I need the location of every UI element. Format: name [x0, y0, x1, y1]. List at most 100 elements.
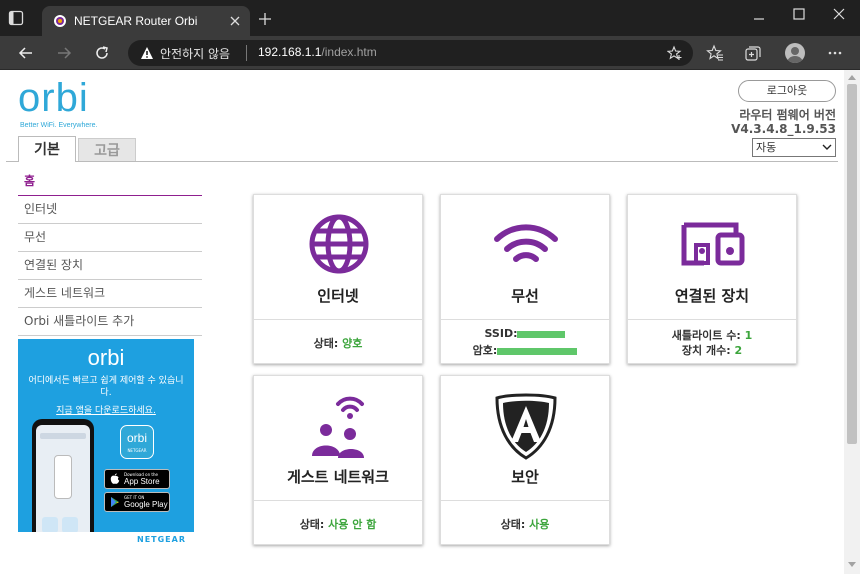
guest-users-icon [312, 396, 364, 458]
internet-status-value: 양호 [342, 337, 363, 350]
promo-text: 어디에서든 빠르고 쉽게 제어할 수 있습니다. [28, 376, 184, 398]
satellites-value: 1 [744, 329, 753, 342]
guest-status-label: 상태: [299, 518, 325, 531]
devices-count-value: 2 [734, 344, 743, 357]
orbi-app-promo[interactable]: orbi 어디에서든 빠르고 쉽게 제어할 수 있습니다. 지금 앱을 다운로드… [18, 339, 194, 548]
more-menu-icon[interactable] [826, 44, 844, 62]
google-play-badge[interactable]: GET IT ON Google Play [104, 492, 170, 512]
sidebar-item-guest-network[interactable]: 게스트 네트워크 [18, 280, 202, 308]
sidebar-item-add-satellite[interactable]: Orbi 새틀라이트 추가 [18, 308, 202, 336]
internet-status: 상태: 양호 [254, 319, 422, 364]
app-icon-sub: NETGEAR [127, 448, 147, 453]
tab-title: NETGEAR Router Orbi [74, 14, 198, 28]
browser-titlebar: NETGEAR Router Orbi [0, 0, 860, 36]
security-status-label: 상태: [500, 518, 526, 531]
favorites-icon[interactable] [706, 44, 724, 62]
window-maximize-icon[interactable] [792, 7, 806, 21]
sidebar-menu: 홈 인터넷 무선 연결된 장치 게스트 네트워크 Orbi 새틀라이트 추가 [18, 168, 202, 336]
google-play-big: Google Play [124, 500, 168, 509]
url-text[interactable]: 192.168.1.1/index.htm [258, 45, 377, 59]
password-redacted [497, 347, 578, 355]
promo-footer: NETGEAR [18, 532, 194, 548]
profile-icon [787, 47, 803, 63]
sidebar-item-internet[interactable]: 인터넷 [18, 196, 202, 224]
add-favorite-icon[interactable] [667, 45, 683, 61]
language-selected: 자동 [756, 141, 777, 154]
language-select[interactable]: 자동 [752, 138, 836, 157]
sidebar-item-attached-devices[interactable]: 연결된 장치 [18, 252, 202, 280]
apple-icon [110, 473, 120, 484]
orbi-app-icon: orbi NETGEAR [120, 425, 154, 459]
ssid-redacted [517, 330, 566, 338]
firmware-label: 라우터 펌웨어 버전 [739, 108, 836, 122]
sidebar-item-wireless[interactable]: 무선 [18, 224, 202, 252]
phone-dock-icon [62, 517, 78, 533]
promo-download-link[interactable]: 지금 앱을 다운로드하세요. [18, 403, 194, 416]
netgear-brand: NETGEAR [137, 535, 186, 544]
app-store-big: App Store [124, 477, 160, 486]
wireless-tile-title: 무선 [511, 287, 539, 305]
armor-shield-icon [495, 393, 557, 460]
internet-tile-title: 인터넷 [317, 287, 359, 305]
logout-button[interactable]: 로그아웃 [738, 80, 836, 102]
tab-underline-left [6, 161, 18, 162]
phone-dock-icon [42, 517, 58, 533]
profile-avatar[interactable] [785, 43, 805, 63]
password-label: 암호: [472, 344, 498, 357]
orbi-device-image [54, 455, 72, 499]
phone-illustration [32, 419, 94, 545]
new-tab-icon[interactable] [258, 12, 272, 26]
url-path: /index.htm [321, 45, 377, 59]
security-status-value: 사용 [529, 518, 550, 531]
refresh-icon[interactable] [94, 45, 110, 61]
scroll-up-arrow-icon[interactable] [848, 74, 856, 80]
phone-header-bar [40, 433, 86, 439]
collections-icon[interactable] [744, 44, 762, 62]
internet-status-label: 상태: [313, 337, 339, 350]
security-tile[interactable]: 보안 상태: 사용 [440, 375, 610, 545]
warning-icon[interactable] [140, 46, 154, 60]
tab-advanced[interactable]: 고급 [78, 138, 136, 162]
window-minimize-icon[interactable] [752, 12, 766, 26]
google-play-icon [111, 497, 119, 507]
guest-status: 상태: 사용 안 함 [254, 500, 422, 545]
scroll-down-arrow-icon[interactable] [848, 562, 856, 568]
address-separator [246, 45, 247, 61]
attached-devices-tile-title: 연결된 장치 [674, 287, 750, 305]
internet-tile[interactable]: 인터넷 상태: 양호 [253, 194, 423, 364]
phone-screen [36, 425, 90, 543]
guest-network-tile[interactable]: 게스트 네트워크 상태: 사용 안 함 [253, 375, 423, 545]
satellites-label: 새틀라이트 수: [671, 329, 741, 342]
attached-devices-tile[interactable]: 연결된 장치 새틀라이트 수: 1 장치 개수: 2 [627, 194, 797, 364]
guest-network-tile-title: 게스트 네트워크 [287, 468, 389, 486]
security-status: 상태: 사용 [441, 500, 609, 545]
firmware-version: V4.3.4.8_1.9.53 [731, 122, 836, 136]
devices-icon [681, 222, 745, 266]
orbi-logo: orbi [18, 76, 89, 120]
scrollbar-thumb[interactable] [847, 84, 857, 444]
wifi-icon [494, 224, 558, 262]
tab-actions-icon[interactable] [8, 10, 24, 26]
ssid-label: SSID: [484, 327, 518, 340]
browser-toolbar: 안전하지 않음 192.168.1.1/index.htm [0, 36, 860, 70]
chevron-down-icon [822, 144, 832, 150]
guest-status-value: 사용 안 함 [328, 518, 377, 531]
app-icon-word: orbi [126, 431, 147, 445]
browser-tab[interactable]: NETGEAR Router Orbi [42, 6, 250, 36]
forward-icon[interactable] [56, 45, 72, 61]
tab-underline [76, 161, 838, 162]
tab-close-icon[interactable] [228, 14, 242, 28]
globe-icon [309, 214, 369, 274]
address-bar[interactable]: 안전하지 않음 192.168.1.1/index.htm [128, 40, 693, 66]
tab-basic[interactable]: 기본 [18, 136, 76, 162]
window-close-icon[interactable] [832, 7, 846, 21]
security-label[interactable]: 안전하지 않음 [160, 45, 230, 62]
wireless-tile[interactable]: 무선 SSID: 암호: [440, 194, 610, 364]
app-store-badge[interactable]: Download on the App Store [104, 469, 170, 489]
url-host: 192.168.1.1 [258, 45, 322, 59]
sidebar-item-home[interactable]: 홈 [18, 168, 202, 196]
wireless-status: SSID: 암호: [441, 319, 609, 364]
router-page: orbi Better WiFi. Everywhere. 기본 고급 로그아웃… [0, 70, 844, 574]
promo-logo: orbi [87, 345, 125, 370]
back-icon[interactable] [18, 45, 34, 61]
